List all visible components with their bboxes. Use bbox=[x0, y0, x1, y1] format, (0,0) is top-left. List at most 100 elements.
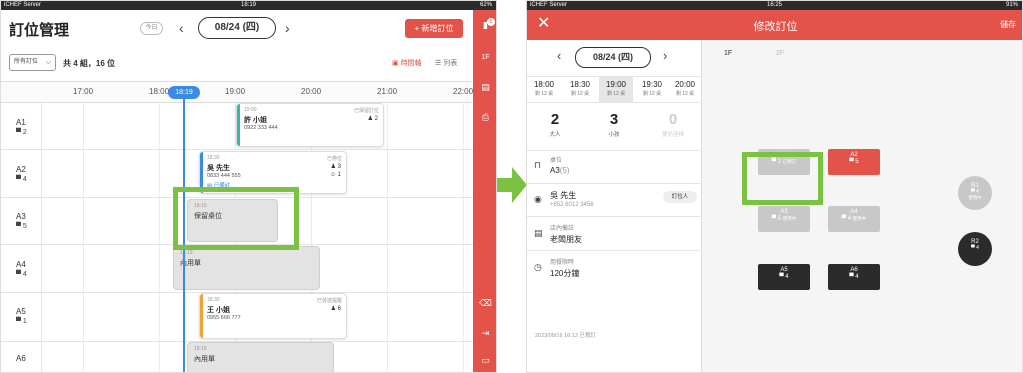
status-carrier: iCHEF Server bbox=[4, 2, 42, 8]
page-title: 訂位管理 bbox=[9, 22, 70, 39]
floor-table-a4[interactable]: A4 ▀ 4 使用中 bbox=[828, 206, 880, 232]
reservation-card-a1[interactable]: 19:00 已保留訂位 許 小姐 0922 333 444 ♟ 2 bbox=[236, 103, 384, 147]
time-label: 21:00 bbox=[377, 87, 398, 96]
save-button[interactable]: 儲存 bbox=[1000, 19, 1016, 30]
cash-drawer-icon[interactable]: ▭ bbox=[473, 355, 496, 366]
status-bar: iCHEF Server 18:19 62% bbox=[1, 1, 496, 10]
reservation-time: 18:19 bbox=[194, 346, 207, 352]
party-size: ♟ 2 bbox=[367, 116, 378, 122]
table-field-label: 桌位 bbox=[550, 158, 563, 164]
duration-field[interactable]: ◷ 用餐限時 120分鐘 bbox=[527, 251, 702, 287]
timeline-view-toggle[interactable]: ▣ 時間軸 bbox=[392, 58, 422, 68]
note-icon: ▤ bbox=[534, 228, 543, 238]
date-selector[interactable]: 08/24 (四) bbox=[198, 17, 276, 39]
table-row-a4: A4 ▀ 4 bbox=[16, 260, 27, 280]
time-slot[interactable]: 18:30 剩 12 桌 bbox=[563, 77, 597, 103]
table-field[interactable]: ⊓ 桌位 A3(5) bbox=[527, 151, 702, 184]
printer-icon[interactable]: ⎙ bbox=[473, 112, 496, 123]
time-slot[interactable]: 20:00 剩 12 桌 bbox=[668, 77, 702, 103]
time-slot-selected[interactable]: 19:00 剩 12 桌 bbox=[599, 77, 633, 103]
customer-field[interactable]: ◉ 吳 先生 +852 6012 3456 訂位人 bbox=[527, 184, 702, 217]
status-battery: 91% bbox=[1005, 2, 1018, 8]
reservation-card-a4[interactable]: 18:19 內用單 bbox=[173, 246, 320, 290]
arrow-right-icon bbox=[497, 167, 527, 203]
reservation-card-a5[interactable]: 18:30 已發送提醒 王 小姐 0955 666 777 ♟ 6 bbox=[199, 293, 347, 339]
party-size: ♟ 6 bbox=[330, 306, 341, 312]
clock-icon: ◷ bbox=[534, 262, 542, 272]
table-row-a1: A1 ▀ 2 bbox=[16, 118, 27, 138]
grid-line bbox=[159, 103, 160, 372]
dine-in-label: 內用單 bbox=[194, 356, 215, 363]
reservation-time: 18:30 bbox=[207, 155, 220, 161]
time-slot[interactable]: 18:00 剩 12 桌 bbox=[527, 77, 561, 103]
time-label: 18:00 bbox=[149, 87, 170, 96]
seat-count: ▀ 5 bbox=[16, 223, 27, 230]
customer-name: 吳 先生 bbox=[550, 191, 577, 200]
status-time: 18:19 bbox=[240, 2, 257, 8]
reservation-management-screen: iCHEF Server 18:19 62% 訂位管理 今日 ‹ 08/24 (… bbox=[0, 0, 497, 373]
row-label-divider bbox=[41, 103, 42, 372]
table-field-value: A3(5) bbox=[550, 166, 570, 175]
floor-table-a2[interactable]: A2 ▀ 5 bbox=[828, 149, 880, 175]
table-name: A6 bbox=[16, 354, 26, 363]
transfer-icon[interactable]: ⇥ bbox=[473, 328, 496, 339]
floor-table-r1[interactable]: R1 ▀ 4 使用中 bbox=[958, 176, 992, 210]
guest-name: 王 小姐 bbox=[207, 307, 230, 314]
user-icon: ◉ bbox=[534, 194, 542, 204]
filter-value: 所有訂位 bbox=[14, 59, 39, 65]
today-button[interactable]: 今日 bbox=[140, 22, 163, 35]
floor-map: 1F 2F A1 ▀ 2 已預訂 A2 ▀ 5 A3 ▀ 5 使用中 A4 ▀ … bbox=[702, 40, 1022, 372]
table-name: A4 bbox=[16, 260, 26, 269]
reservation-status: 已發送提醒 bbox=[316, 298, 342, 304]
reservation-filter-select[interactable]: 所有訂位 ⌵ bbox=[9, 54, 56, 71]
adult-counter[interactable]: 2 大人 bbox=[530, 111, 580, 138]
note-field[interactable]: ▤ 店內備註 老闆朋友 bbox=[527, 217, 702, 251]
list-icon: ☰ bbox=[435, 60, 444, 67]
prev-date-chevron-icon[interactable]: ‹ bbox=[179, 21, 184, 35]
chair-icon: ▀ bbox=[16, 223, 23, 230]
person-icon: ♟ bbox=[330, 164, 338, 170]
next-date-chevron-icon[interactable]: › bbox=[663, 48, 667, 63]
booker-badge: 訂位人 bbox=[663, 191, 697, 203]
floor-table-a3[interactable]: A3 ▀ 5 使用中 bbox=[758, 206, 810, 232]
date-selector[interactable]: 08/24 (四) bbox=[575, 47, 651, 68]
floor-tab-1f[interactable]: 1F bbox=[724, 50, 732, 57]
chevron-down-icon: ⌵ bbox=[45, 59, 51, 66]
reservation-time: 18:30 bbox=[207, 297, 220, 303]
reservation-status: 已帶位 bbox=[326, 156, 342, 162]
guest-name: 吳 先生 bbox=[207, 165, 230, 172]
table-name: A5 bbox=[16, 307, 26, 316]
kids-count: ☺ 1 bbox=[329, 172, 341, 178]
status-carrier: iCHEF Server bbox=[530, 2, 568, 8]
baby-seat-counter[interactable]: 0 嬰兒座椅 bbox=[648, 111, 698, 138]
prev-date-chevron-icon[interactable]: ‹ bbox=[557, 48, 561, 63]
time-slot[interactable]: 19:30 剩 12 桌 bbox=[635, 77, 669, 103]
comparison-canvas: iCHEF Server 18:19 62% 訂位管理 今日 ‹ 08/24 (… bbox=[0, 0, 1023, 373]
reservation-status: 已保留訂位 bbox=[353, 108, 379, 114]
guest-phone: 0955 666 777 bbox=[207, 315, 241, 321]
highlight-box bbox=[742, 152, 823, 205]
row-divider bbox=[1, 149, 473, 150]
floor-table-r2[interactable]: R2 ▀ 4 bbox=[958, 232, 992, 266]
floor-button[interactable]: 1F bbox=[473, 54, 496, 61]
list-view-toggle[interactable]: ☰ 列表 bbox=[435, 58, 457, 68]
floor-table-a5[interactable]: A5 ▀ 4 bbox=[758, 264, 810, 290]
timeline-view-label: 時間軸 bbox=[400, 60, 422, 67]
table-name: A2 bbox=[16, 165, 26, 174]
status-time: 16:25 bbox=[766, 2, 783, 8]
duration-field-label: 用餐限時 bbox=[550, 260, 575, 266]
child-counter[interactable]: 3 小孩 bbox=[589, 111, 639, 138]
edit-reservation-screen: iCHEF Server 16:25 91% ✕ 修改訂位 儲存 ‹ 08/24… bbox=[526, 0, 1023, 373]
floor-table-a6[interactable]: A6 ▀ 4 bbox=[828, 264, 880, 290]
trash-icon[interactable]: ⌫ bbox=[473, 298, 496, 309]
new-reservation-button[interactable]: + 新增訂位 bbox=[405, 19, 463, 38]
table-row-a2: A2 ▀ 4 bbox=[16, 165, 27, 185]
calendar-icon: ▣ bbox=[392, 60, 401, 67]
floor-tab-2f[interactable]: 2F bbox=[776, 50, 784, 57]
chair-icon: ▀ bbox=[16, 176, 23, 183]
table-row-a3: A3 ▀ 5 bbox=[16, 212, 27, 232]
next-date-chevron-icon[interactable]: › bbox=[285, 21, 290, 35]
reservation-calendar-icon[interactable]: ▤ bbox=[473, 82, 496, 93]
reservation-time: 19:00 bbox=[244, 107, 257, 113]
reservation-card-a6[interactable]: 18:19 內用單 bbox=[187, 342, 334, 372]
